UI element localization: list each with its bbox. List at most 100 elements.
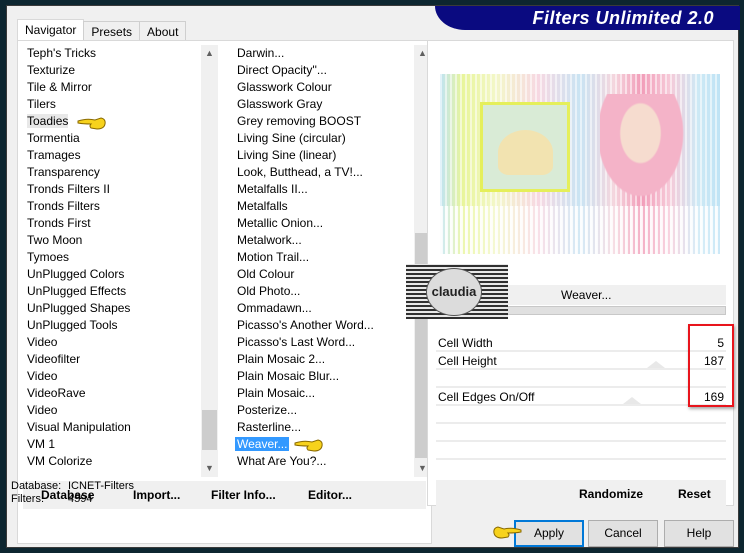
- category-item[interactable]: Teph's Tricks: [23, 45, 201, 62]
- filter-item[interactable]: Metalwork...: [231, 232, 414, 249]
- filter-item-label: Living Sine (linear): [237, 148, 337, 162]
- category-item[interactable]: Toadies: [23, 113, 201, 130]
- category-item[interactable]: Tramages: [23, 147, 201, 164]
- filter-item-label: Picasso's Another Word...: [237, 318, 374, 332]
- param-cell-width[interactable]: Cell Width 5: [436, 334, 726, 352]
- category-list[interactable]: Teph's Tricks Texturize Tile & Mirror Tiler…: [23, 45, 218, 477]
- category-item-label: UnPlugged Shapes: [27, 301, 131, 315]
- filter-item-label: Plain Mosaic Blur...: [237, 369, 340, 383]
- param-label: Cell Width: [438, 336, 493, 350]
- category-item[interactable]: Tormentia: [23, 130, 201, 147]
- filter-item[interactable]: Rasterline...: [231, 419, 414, 436]
- category-item-label: Tilers: [27, 97, 56, 111]
- category-item[interactable]: VideoRave: [23, 385, 201, 402]
- category-item[interactable]: Tronds First: [23, 215, 201, 232]
- filter-item[interactable]: Metalfalls II...: [231, 181, 414, 198]
- filter-list[interactable]: Darwin... Direct Opacity''... Glasswork Co…: [231, 45, 431, 477]
- filter-item[interactable]: Darwin...: [231, 45, 414, 62]
- category-item[interactable]: Tronds Filters II: [23, 181, 201, 198]
- category-item[interactable]: UnPlugged Colors: [23, 266, 201, 283]
- slider-marker[interactable]: [647, 361, 665, 368]
- filter-item[interactable]: Grey removing BOOST: [231, 113, 414, 130]
- filter-item[interactable]: Old Colour: [231, 266, 414, 283]
- filters-count-value: 4594: [68, 493, 93, 505]
- category-item-label: Tronds Filters: [27, 199, 100, 213]
- category-item[interactable]: Two Moon: [23, 232, 201, 249]
- apply-button[interactable]: Apply: [514, 520, 584, 547]
- filter-item[interactable]: Living Sine (circular): [231, 130, 414, 147]
- preview-weave-stripes: [440, 206, 720, 254]
- filter-item[interactable]: Picasso's Another Word...: [231, 317, 414, 334]
- category-item[interactable]: Transparency: [23, 164, 201, 181]
- randomize-button[interactable]: Randomize: [579, 487, 643, 501]
- category-item[interactable]: VM 1: [23, 436, 201, 453]
- help-button[interactable]: Help: [664, 520, 734, 547]
- filter-item[interactable]: What Are You?...: [231, 453, 414, 470]
- filter-item[interactable]: Plain Mosaic Blur...: [231, 368, 414, 385]
- category-item[interactable]: UnPlugged Tools: [23, 317, 201, 334]
- scroll-up-icon[interactable]: ▲: [201, 45, 218, 62]
- filter-item[interactable]: Metallic Onion...: [231, 215, 414, 232]
- filter-item-label: Grey removing BOOST: [237, 114, 362, 128]
- filter-item-label: Look, Butthead, a TV!...: [237, 165, 363, 179]
- category-item[interactable]: Video: [23, 368, 201, 385]
- editor-button[interactable]: Editor...: [308, 488, 352, 502]
- filter-item-label: Metalwork...: [237, 233, 302, 247]
- category-item[interactable]: Tilers: [23, 96, 201, 113]
- category-item[interactable]: VM Colorize: [23, 453, 201, 470]
- category-item-label: Videofilter: [27, 352, 81, 366]
- slider-marker[interactable]: [623, 397, 641, 404]
- category-item-label: VideoRave: [27, 386, 86, 400]
- filter-item[interactable]: Picasso's Last Word...: [231, 334, 414, 351]
- filter-item[interactable]: Ommadawn...: [231, 300, 414, 317]
- filter-item[interactable]: Posterize...: [231, 402, 414, 419]
- filter-item[interactable]: Plain Mosaic...: [231, 385, 414, 402]
- filter-item-label: What Are You?...: [237, 454, 327, 468]
- category-item[interactable]: Video: [23, 402, 201, 419]
- category-item[interactable]: Visual Manipulation: [23, 419, 201, 436]
- category-scrollbar[interactable]: ▲ ▼: [201, 45, 218, 477]
- filter-item[interactable]: Living Sine (linear): [231, 147, 414, 164]
- category-item[interactable]: Video: [23, 334, 201, 351]
- filter-item[interactable]: Glasswork Colour: [231, 79, 414, 96]
- scroll-thumb[interactable]: [202, 410, 217, 450]
- category-item-label: Tronds Filters II: [27, 182, 110, 196]
- category-item[interactable]: Videofilter: [23, 351, 201, 368]
- filter-item-label: Living Sine (circular): [237, 131, 346, 145]
- scroll-down-icon[interactable]: ▼: [201, 460, 218, 477]
- filter-item[interactable]: Metalfalls: [231, 198, 414, 215]
- reset-button[interactable]: Reset: [678, 487, 711, 501]
- values-highlight-box: [688, 324, 734, 407]
- tab-navigator[interactable]: Navigator: [17, 19, 85, 42]
- category-item-label: UnPlugged Colors: [27, 267, 125, 281]
- param-cell-height[interactable]: Cell Height 187: [436, 352, 726, 370]
- category-item-label: Tronds First: [27, 216, 91, 230]
- filter-info-button[interactable]: Filter Info...: [211, 488, 276, 502]
- filter-item[interactable]: Old Photo...: [231, 283, 414, 300]
- filter-item-label: Rasterline...: [237, 420, 302, 434]
- category-item[interactable]: Tile & Mirror: [23, 79, 201, 96]
- category-item[interactable]: Texturize: [23, 62, 201, 79]
- filter-item-label: Metalfalls: [237, 199, 288, 213]
- tab-presets[interactable]: Presets: [83, 21, 141, 42]
- filter-item[interactable]: Look, Butthead, a TV!...: [231, 164, 414, 181]
- param-cell-edges[interactable]: Cell Edges On/Off 169: [436, 388, 726, 406]
- import-button[interactable]: Import...: [133, 488, 180, 502]
- cancel-button[interactable]: Cancel: [588, 520, 658, 547]
- category-item[interactable]: Tronds Filters: [23, 198, 201, 215]
- param-empty-slot: [436, 406, 726, 424]
- category-item[interactable]: UnPlugged Shapes: [23, 300, 201, 317]
- category-items: Teph's Tricks Texturize Tile & Mirror Tiler…: [23, 45, 201, 470]
- param-label: Cell Edges On/Off: [438, 390, 535, 404]
- category-item[interactable]: Tymoes: [23, 249, 201, 266]
- filter-item-label: Metallic Onion...: [237, 216, 324, 230]
- title-banner: Filters Unlimited 2.0: [435, 6, 740, 30]
- tab-bar: Navigator Presets About: [17, 19, 187, 42]
- filter-item[interactable]: Plain Mosaic 2...: [231, 351, 414, 368]
- filter-item[interactable]: Motion Trail...: [231, 249, 414, 266]
- filter-item[interactable]: Direct Opacity''...: [231, 62, 414, 79]
- preview-girl-region: [600, 94, 690, 206]
- category-item[interactable]: UnPlugged Effects: [23, 283, 201, 300]
- tab-about[interactable]: About: [139, 21, 187, 42]
- filter-item[interactable]: Glasswork Gray: [231, 96, 414, 113]
